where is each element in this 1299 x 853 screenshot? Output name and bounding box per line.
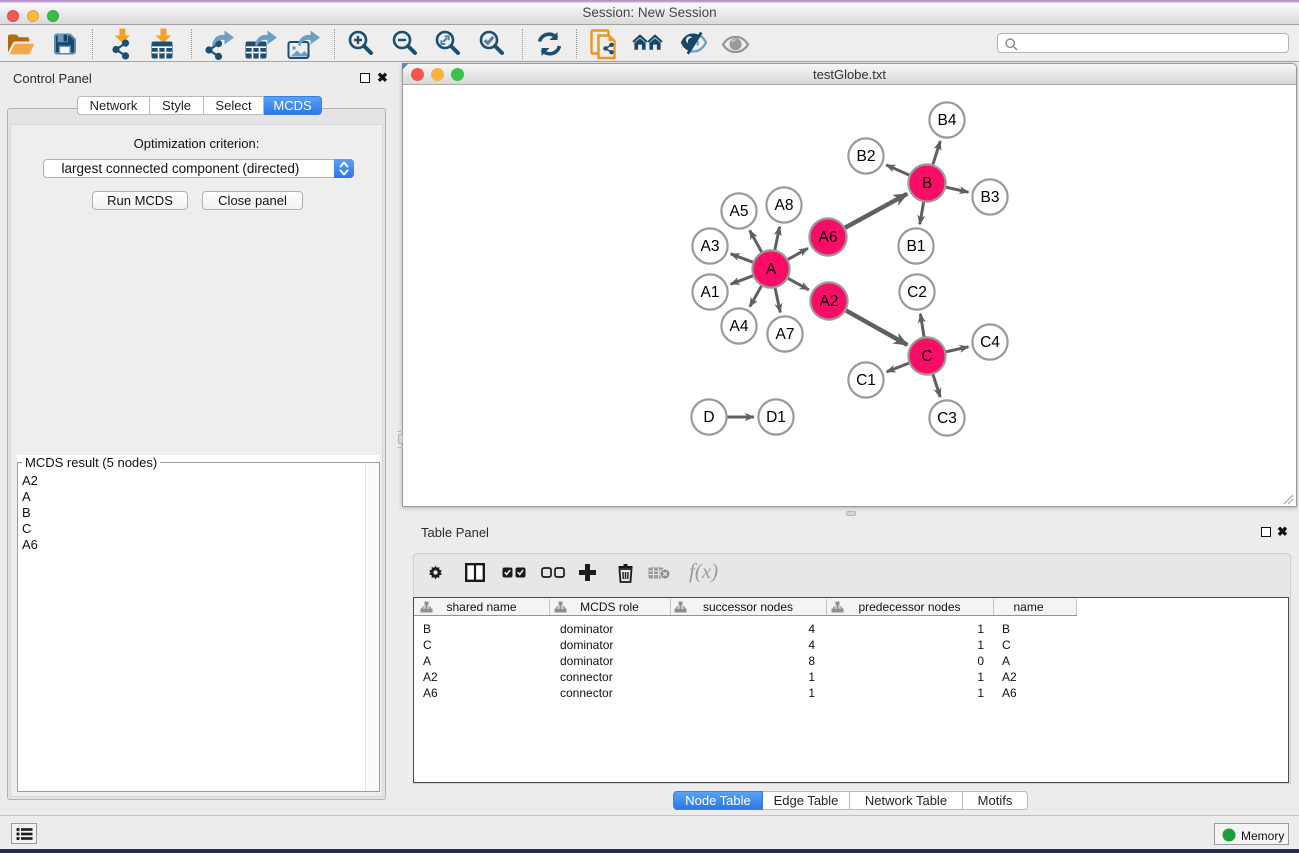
svg-text:C4: C4: [980, 334, 1000, 351]
svg-text:C1: C1: [856, 372, 876, 389]
svg-text:A5: A5: [730, 203, 749, 220]
svg-text:B3: B3: [981, 189, 1000, 206]
svg-text:B: B: [922, 175, 932, 192]
svg-text:B1: B1: [907, 238, 926, 255]
svg-text:A7: A7: [776, 326, 795, 343]
svg-text:A6: A6: [819, 229, 838, 246]
svg-text:B2: B2: [857, 148, 876, 165]
svg-text:C3: C3: [937, 410, 957, 427]
svg-text:C2: C2: [907, 284, 927, 301]
svg-text:A2: A2: [820, 293, 839, 310]
svg-text:A1: A1: [701, 284, 720, 301]
svg-text:D1: D1: [766, 409, 786, 426]
svg-text:A: A: [766, 261, 777, 278]
svg-text:A3: A3: [701, 238, 720, 255]
svg-text:C: C: [921, 348, 932, 365]
svg-text:D: D: [703, 409, 714, 426]
svg-text:B4: B4: [938, 112, 957, 129]
svg-text:A8: A8: [775, 197, 794, 214]
svg-text:A4: A4: [730, 318, 749, 335]
